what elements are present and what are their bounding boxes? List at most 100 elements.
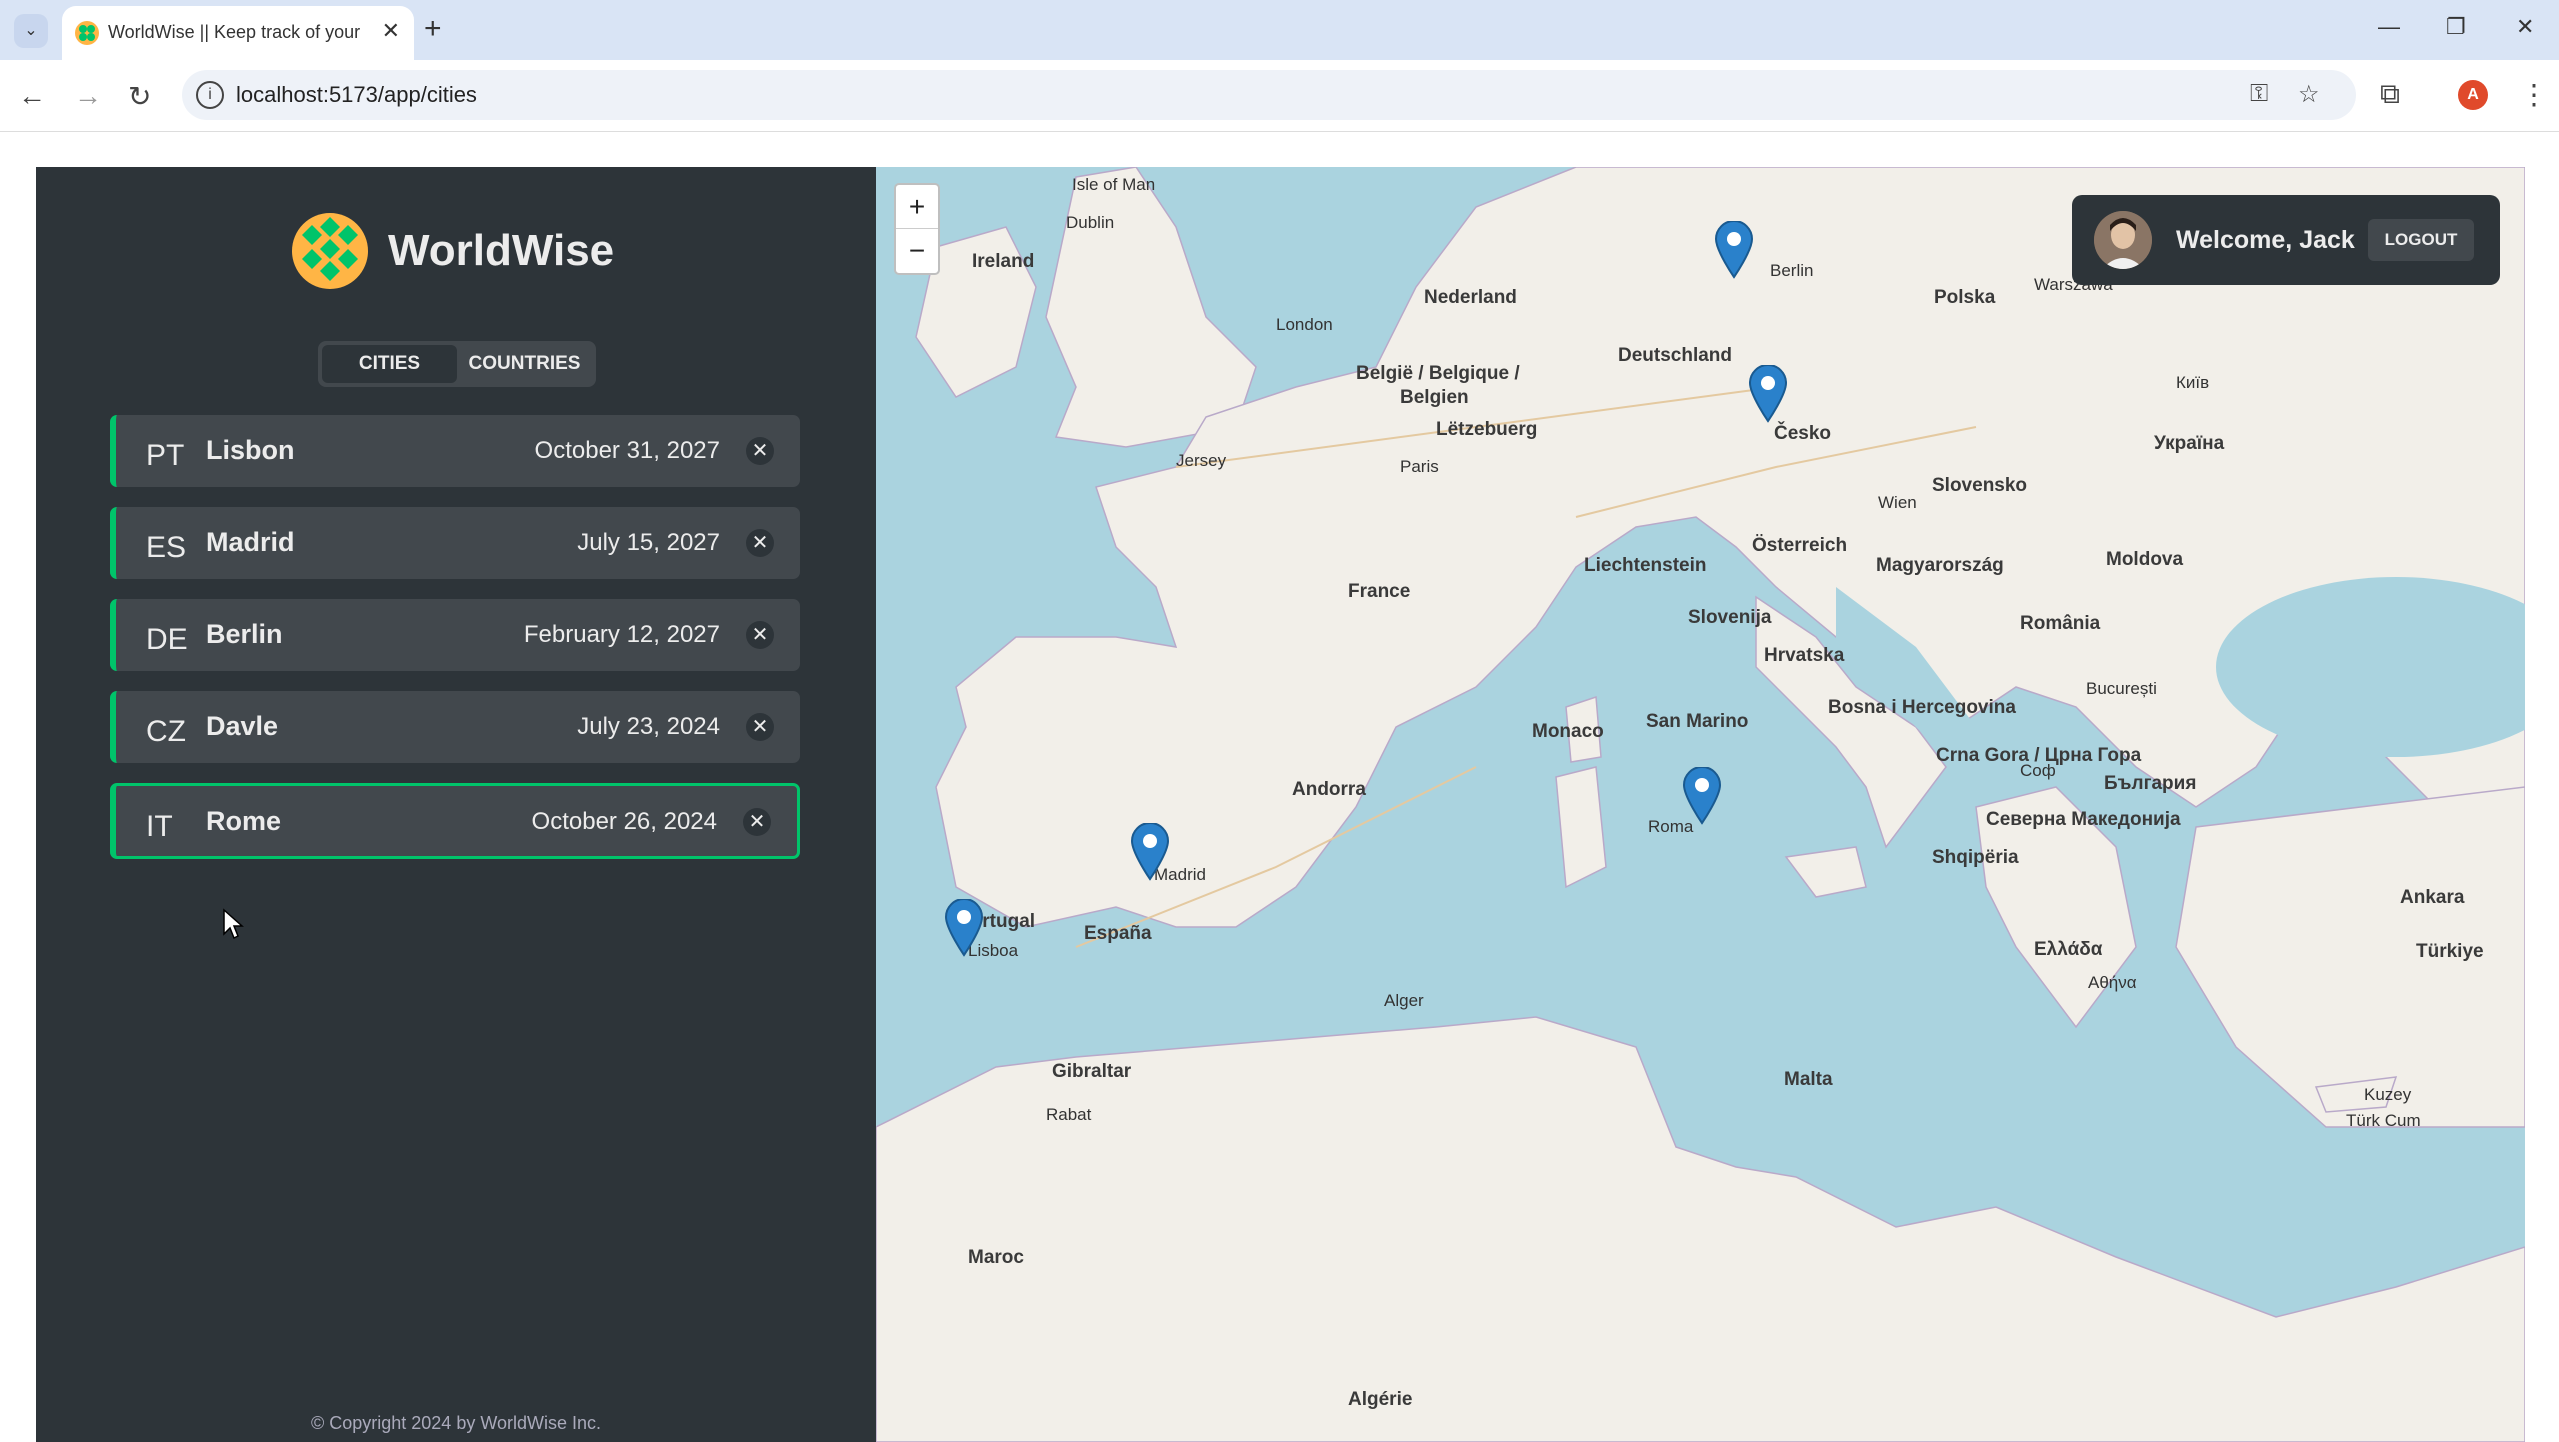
map-marker-rome[interactable]: [1682, 767, 1722, 825]
map-label: Belgien: [1400, 387, 1469, 408]
back-icon[interactable]: ←: [18, 80, 46, 112]
city-name: Lisbon: [206, 435, 295, 465]
map-label: Hrvatska: [1764, 645, 1845, 666]
map-label: España: [1084, 923, 1152, 944]
minimize-icon[interactable]: —: [2378, 14, 2400, 40]
map-label: Shqipëria: [1932, 847, 2019, 868]
reload-icon[interactable]: ↻: [128, 80, 151, 113]
extensions-icon[interactable]: ⧉: [2380, 78, 2400, 111]
logo[interactable]: WorldWise: [290, 211, 614, 291]
map-label: Türk Cum: [2346, 1111, 2421, 1130]
city-date: July 15, 2027: [577, 529, 720, 556]
country-code: ES: [146, 531, 187, 564]
delete-city-button[interactable]: ✕: [746, 529, 774, 557]
profile-avatar[interactable]: A: [2458, 80, 2488, 110]
map-marker-davle[interactable]: [1748, 365, 1788, 423]
tab-countries[interactable]: COUNTRIES: [457, 345, 592, 383]
delete-city-button[interactable]: ✕: [746, 437, 774, 465]
browser-tab[interactable]: WorldWise || Keep track of your ✕: [62, 6, 414, 60]
map-label: București: [2086, 679, 2157, 698]
url-text[interactable]: localhost:5173/app/cities: [236, 82, 477, 108]
map-label: Polska: [1934, 287, 1996, 308]
city-item[interactable]: CZ Davle July 23, 2024 ✕: [110, 691, 800, 763]
map-label: Αθήνα: [2088, 973, 2137, 992]
map-label: Rabat: [1046, 1105, 1092, 1124]
city-name: Berlin: [206, 619, 283, 649]
map-label: Magyarország: [1876, 555, 2004, 576]
country-code: DE: [146, 623, 188, 656]
city-item[interactable]: ES Madrid July 15, 2027 ✕: [110, 507, 800, 579]
copyright: © Copyright 2024 by WorldWise Inc.: [310, 1413, 602, 1433]
chrome-menu-icon[interactable]: ⋮: [2520, 78, 2548, 111]
map-label: Slovensko: [1932, 475, 2028, 496]
map-label: Algérie: [1348, 1389, 1413, 1410]
tab-cities[interactable]: CITIES: [322, 345, 457, 383]
sidebar: WorldWise CITIES COUNTRIES PT Lisbon Oct…: [36, 167, 876, 1442]
country-code: IT: [146, 810, 173, 843]
city-item[interactable]: PT Lisbon October 31, 2027 ✕: [110, 415, 800, 487]
map-marker-lisbon[interactable]: [944, 899, 984, 957]
map-label: Alger: [1384, 991, 1424, 1010]
bookmark-star-icon[interactable]: ☆: [2298, 80, 2320, 109]
map-label: Київ: [2176, 373, 2210, 392]
country-code: CZ: [146, 715, 186, 748]
map-label: Österreich: [1752, 535, 1848, 556]
city-list: PT Lisbon October 31, 2027 ✕ ES Madrid J…: [110, 415, 800, 879]
map-label: Česko: [1774, 423, 1832, 444]
password-key-icon[interactable]: ⚿: [2250, 80, 2268, 108]
city-date: July 23, 2024: [577, 713, 720, 740]
app-layout: WorldWise CITIES COUNTRIES PT Lisbon Oct…: [36, 167, 2525, 1442]
delete-city-button[interactable]: ✕: [746, 713, 774, 741]
city-date: October 26, 2024: [531, 808, 717, 835]
avatar: [2094, 211, 2152, 269]
map-label: Deutschland: [1618, 345, 1733, 366]
map-label: Соф: [2020, 761, 2056, 780]
site-info-icon[interactable]: i: [196, 81, 224, 109]
map-label: Ireland: [972, 251, 1035, 272]
delete-city-button[interactable]: ✕: [746, 621, 774, 649]
logout-button[interactable]: LOGOUT: [2368, 219, 2474, 261]
map-label: Andorra: [1292, 779, 1366, 800]
zoom-in-button[interactable]: +: [896, 185, 938, 229]
browser-toolbar: ← → ↻ i localhost:5173/app/cities ⚿ ☆ ⧉ …: [0, 60, 2559, 132]
zoom-out-button[interactable]: −: [896, 229, 938, 273]
map-label: San Marino: [1646, 711, 1749, 732]
map-marker-madrid[interactable]: [1130, 823, 1170, 881]
close-window-icon[interactable]: ✕: [2516, 14, 2534, 40]
map-label: Ankara: [2400, 887, 2465, 908]
city-date: October 31, 2027: [534, 437, 720, 464]
map-label: Северна Македонија: [1986, 809, 2181, 830]
map-label: Maroc: [968, 1247, 1024, 1268]
map-label: Berlin: [1770, 261, 1814, 280]
map-label: Slovenija: [1688, 607, 1772, 628]
address-bar[interactable]: i localhost:5173/app/cities ⚿ ☆: [182, 70, 2356, 120]
city-name: Davle: [206, 711, 279, 741]
city-date: February 12, 2027: [523, 621, 720, 648]
map[interactable]: + − Isle of Man Dublin Ireland London Ne…: [876, 167, 2525, 1442]
city-name: Rome: [206, 806, 282, 836]
tab-close-icon[interactable]: ✕: [382, 18, 400, 44]
new-tab-icon[interactable]: +: [424, 12, 442, 46]
map-label: Liechtenstein: [1584, 555, 1707, 576]
map-label: România: [2020, 613, 2101, 634]
map-label: Ελλάδα: [2034, 939, 2103, 960]
map-label: България: [2104, 773, 2197, 794]
browser-tab-strip: ⌄ WorldWise || Keep track of your ✕ + — …: [0, 0, 2559, 60]
map-label: Україна: [2154, 433, 2225, 454]
map-label: Moldova: [2106, 549, 2184, 570]
zoom-control: + −: [894, 183, 940, 275]
map-marker-berlin[interactable]: [1714, 221, 1754, 279]
tab-title: WorldWise || Keep track of your: [108, 22, 361, 42]
delete-city-button[interactable]: ✕: [743, 808, 771, 836]
map-label: Gibraltar: [1052, 1061, 1132, 1082]
map-label: Wien: [1878, 493, 1917, 512]
map-label: Nederland: [1424, 287, 1517, 308]
city-item-active[interactable]: IT Rome October 26, 2024 ✕: [110, 783, 800, 859]
map-label: Bosna i Hercegovina: [1828, 697, 2016, 718]
restore-icon[interactable]: ❐: [2446, 14, 2466, 40]
welcome-text: Welcome, Jack: [2176, 226, 2355, 254]
city-item[interactable]: DE Berlin February 12, 2027 ✕: [110, 599, 800, 671]
forward-icon[interactable]: →: [74, 80, 102, 112]
map-label: Kuzey: [2364, 1085, 2412, 1104]
tab-search-button[interactable]: ⌄: [14, 14, 48, 48]
